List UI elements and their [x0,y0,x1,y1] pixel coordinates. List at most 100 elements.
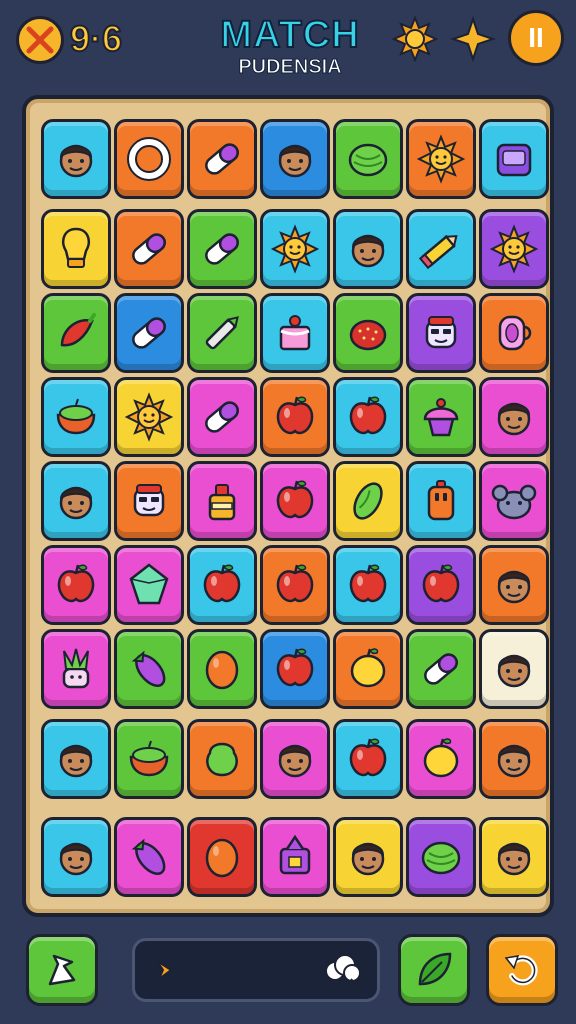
tile-r9-c7[interactable] [479,817,549,897]
pause-button[interactable]: II [508,10,564,66]
cupcake-icon [423,398,459,437]
tile-r1-c4[interactable] [260,119,330,199]
tile-r7-c1[interactable] [41,629,111,709]
tile-r4-c1[interactable] [41,377,111,457]
tile-r6-c3[interactable] [187,545,257,625]
tile-r3-c1[interactable] [41,293,111,373]
tile-r2-c6[interactable] [406,209,476,289]
tile-r4-c6[interactable] [406,377,476,457]
tile-r2-c2[interactable] [114,209,184,289]
tile-r8-c1[interactable] [41,719,111,799]
tile-r7-c6[interactable] [406,629,476,709]
face-icon [278,144,312,178]
tile-r2-c5[interactable] [333,209,403,289]
hand-pointer-icon [48,954,76,986]
tile-r1-c6[interactable] [406,119,476,199]
tile-r1-c7[interactable] [479,119,549,199]
shuffle-button[interactable] [398,934,470,1006]
undo-button[interactable] [486,934,558,1006]
sun-icon [489,224,539,274]
tile-r9-c1[interactable] [41,817,111,897]
face-icon [497,842,531,876]
tile-r5-c2[interactable] [114,461,184,541]
tile-r5-c3[interactable] [187,461,257,541]
chili-icon [60,313,96,347]
bottle-icon [208,484,236,521]
tile-r3-c2[interactable] [114,293,184,373]
pill-icon [205,233,239,265]
bulb-icon [62,227,90,268]
tile-r4-c3[interactable] [187,377,257,457]
tile-r8-c5[interactable] [333,719,403,799]
tile-r9-c3[interactable] [187,817,257,897]
tile-r3-c6[interactable] [406,293,476,373]
tile-r7-c4[interactable] [260,629,330,709]
tile-r7-c2[interactable] [114,629,184,709]
tile-r9-c5[interactable] [333,817,403,897]
tile-r7-c3[interactable] [187,629,257,709]
face-icon [59,144,93,178]
tile-r3-c3[interactable] [187,293,257,373]
tile-r1-c1[interactable] [41,119,111,199]
face-icon [278,744,312,778]
tile-r9-c2[interactable] [114,817,184,897]
tile-r4-c2[interactable] [114,377,184,457]
tile-r2-c1[interactable] [41,209,111,289]
tile-r3-c4[interactable] [260,293,330,373]
tile-r6-c6[interactable] [406,545,476,625]
sparkle-star-icon[interactable] [448,14,498,64]
leaf-icon [418,952,452,986]
tile-r9-c6[interactable] [406,817,476,897]
tile-r6-c4[interactable] [260,545,330,625]
tile-r5-c6[interactable] [406,461,476,541]
tile-r8-c4[interactable] [260,719,330,799]
tile-r4-c5[interactable] [333,377,403,457]
tile-r8-c7[interactable] [479,719,549,799]
plant-icon [62,648,90,689]
tile-r8-c6[interactable] [406,719,476,799]
hint-button[interactable] [26,934,98,1006]
apple-icon [276,480,314,519]
pen-icon [205,316,239,350]
tile-r1-c5[interactable] [333,119,403,199]
face-icon [497,402,531,436]
tile-r7-c5[interactable] [333,629,403,709]
tile-r2-c4[interactable] [260,209,330,289]
strawberry-icon [349,319,387,351]
tile-r8-c3[interactable] [187,719,257,799]
egg-icon [205,838,239,878]
tile-r6-c7[interactable] [479,545,549,625]
lemon-icon [350,648,386,688]
tile-r5-c7[interactable] [479,461,549,541]
tile-r9-c4[interactable] [260,817,330,897]
tile-r6-c2[interactable] [114,545,184,625]
eggplant-icon [131,838,166,875]
tile-r5-c1[interactable] [41,461,111,541]
tile-r3-c5[interactable] [333,293,403,373]
bowl-icon [129,740,169,777]
blob-icon [206,742,238,777]
face-icon [497,570,531,604]
tile-r2-c7[interactable] [479,209,549,289]
apple-icon [276,564,314,603]
tile-r1-c3[interactable] [187,119,257,199]
tile-r4-c4[interactable] [260,377,330,457]
tile-r7-c7[interactable] [479,629,549,709]
sun-gear-icon[interactable] [390,14,440,64]
tile-r5-c4[interactable] [260,461,330,541]
gem-icon [129,563,169,605]
monster-icon [491,484,537,520]
tile-r3-c7[interactable] [479,293,549,373]
tile-r5-c5[interactable] [333,461,403,541]
pill-icon [205,401,239,433]
tile-r6-c1[interactable] [41,545,111,625]
apple-icon [422,564,460,603]
lemon-icon [423,738,459,778]
face-icon [351,842,385,876]
face-icon [497,654,531,688]
tile-r1-c2[interactable] [114,119,184,199]
tile-r6-c5[interactable] [333,545,403,625]
tile-r4-c7[interactable] [479,377,549,457]
tile-r8-c2[interactable] [114,719,184,799]
tile-r2-c3[interactable] [187,209,257,289]
